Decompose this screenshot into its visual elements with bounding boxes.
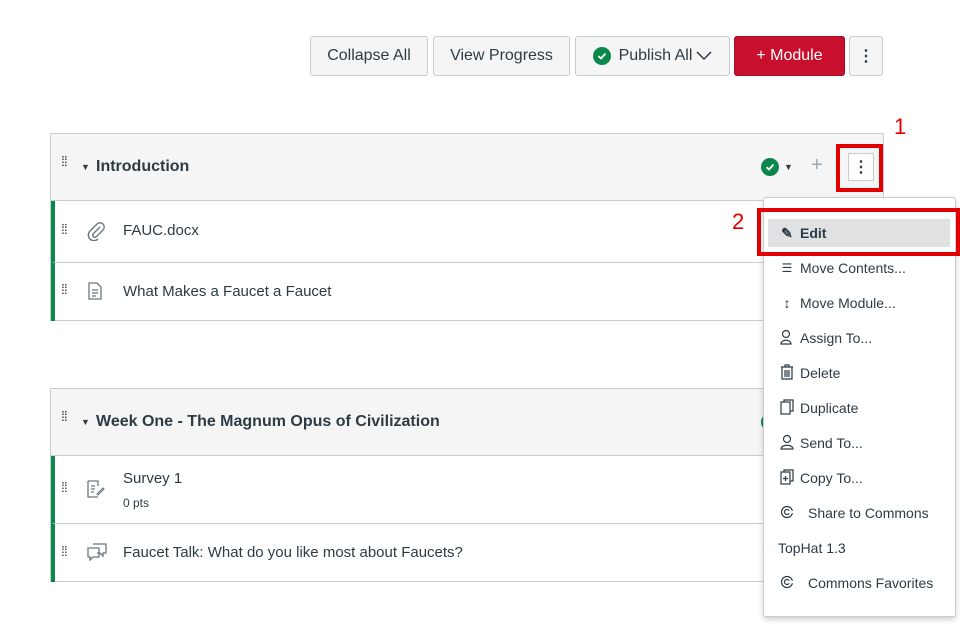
move-contents-icon: ☰ [781, 261, 793, 275]
collapse-triangle-icon[interactable]: ▼ [81, 417, 90, 427]
view-progress-label: View Progress [450, 47, 553, 64]
publish-caret-icon[interactable]: ▼ [784, 162, 793, 172]
move-vertical-icon: ↕ [783, 295, 791, 311]
chevron-down-icon [696, 51, 712, 61]
collapse-all-button[interactable]: Collapse All [310, 36, 428, 76]
add-module-button[interactable]: + Module [734, 36, 845, 76]
menu-item-move-module[interactable]: ↕ Move Module... [778, 291, 896, 315]
publish-all-button[interactable]: Publish All [575, 36, 730, 76]
published-check-icon[interactable] [761, 158, 779, 176]
copy-to-icon [778, 468, 796, 488]
trash-icon [778, 363, 796, 383]
annotation-label-2: 2 [732, 209, 745, 234]
menu-item-send-to[interactable]: Send To... [778, 431, 863, 455]
annotation-box-2 [757, 208, 960, 256]
drag-handle-icon[interactable]: ⁞⁞ [61, 222, 73, 236]
item-title[interactable]: FAUC.docx [123, 222, 199, 239]
drag-handle-icon[interactable]: ⁞⁞ [61, 544, 73, 558]
menu-item-label: Move Contents... [800, 260, 906, 276]
check-circle-icon [592, 47, 611, 65]
assign-user-icon [778, 329, 796, 348]
menu-item-commons-favorites[interactable]: Commons Favorites [778, 571, 933, 595]
item-title[interactable]: Survey 1 [123, 470, 182, 487]
toolbar-kebab-button[interactable]: ⋮ [849, 36, 883, 76]
module-options-menu: ✎ Edit ☰ Move Contents... ↕ Move Module.… [763, 197, 956, 617]
drag-handle-icon[interactable]: ⁞⁞ [61, 154, 73, 168]
module-header[interactable]: ⁞⁞ ▼ Week One - The Magnum Opus of Civil… [51, 389, 883, 456]
drag-handle-icon[interactable]: ⁞⁞ [61, 282, 73, 296]
menu-item-label: Copy To... [800, 470, 863, 486]
module-title: Introduction [96, 158, 190, 175]
discussion-icon [87, 543, 107, 566]
kebab-icon: ⋮ [858, 48, 874, 65]
view-progress-button[interactable]: View Progress [433, 36, 570, 76]
module-header[interactable]: ⁞⁞ ▼ Introduction ▼ + ⋮ [51, 134, 883, 201]
paperclip-icon [87, 221, 105, 246]
item-title[interactable]: Faucet Talk: What do you like most about… [123, 544, 463, 561]
menu-item-label: Send To... [800, 435, 863, 451]
menu-item-share-to-commons[interactable]: Share to Commons [778, 501, 929, 525]
item-title[interactable]: What Makes a Faucet a Faucet [123, 283, 331, 300]
publish-all-label: Publish All [618, 47, 693, 64]
menu-item-tophat[interactable]: TopHat 1.3 [778, 536, 846, 560]
menu-item-label: Duplicate [800, 400, 859, 416]
module-week-one: ⁞⁞ ▼ Week One - The Magnum Opus of Civil… [50, 388, 884, 582]
menu-item-move-contents[interactable]: ☰ Move Contents... [778, 256, 906, 280]
item-points: 0 pts [123, 496, 150, 510]
menu-item-delete[interactable]: Delete [778, 361, 840, 385]
add-item-plus-icon[interactable]: + [811, 154, 823, 177]
menu-item-assign-to[interactable]: Assign To... [778, 326, 872, 350]
module-title: Week One - The Magnum Opus of Civilizati… [96, 413, 440, 430]
menu-item-label: Share to Commons [808, 505, 929, 521]
survey-icon [87, 480, 105, 503]
duplicate-icon [778, 398, 796, 418]
menu-item-label: TopHat 1.3 [778, 540, 846, 556]
menu-item-label: Delete [800, 365, 841, 381]
collapse-triangle-icon[interactable]: ▼ [81, 162, 90, 172]
send-user-icon [778, 434, 796, 453]
commons-icon [778, 575, 796, 592]
annotation-box-1 [836, 144, 883, 192]
annotation-label-1: 1 [894, 114, 907, 139]
module-item[interactable]: ⁞⁞ Faucet Talk: What do you like most ab… [51, 524, 883, 582]
menu-item-duplicate[interactable]: Duplicate [778, 396, 858, 420]
menu-item-copy-to[interactable]: Copy To... [778, 466, 863, 490]
collapse-all-label: Collapse All [327, 47, 411, 64]
menu-item-label: Move Module... [800, 295, 896, 311]
module-item[interactable]: ⁞⁞ Survey 1 0 pts [51, 456, 883, 524]
drag-handle-icon[interactable]: ⁞⁞ [61, 480, 73, 494]
drag-handle-icon[interactable]: ⁞⁞ [61, 409, 73, 423]
page-icon [88, 282, 102, 305]
menu-item-label: Commons Favorites [808, 575, 934, 591]
menu-item-label: Assign To... [800, 330, 873, 346]
add-module-label: + Module [756, 47, 823, 64]
module-item[interactable]: ⁞⁞ What Makes a Faucet a Faucet [51, 263, 883, 321]
commons-icon [778, 505, 796, 522]
